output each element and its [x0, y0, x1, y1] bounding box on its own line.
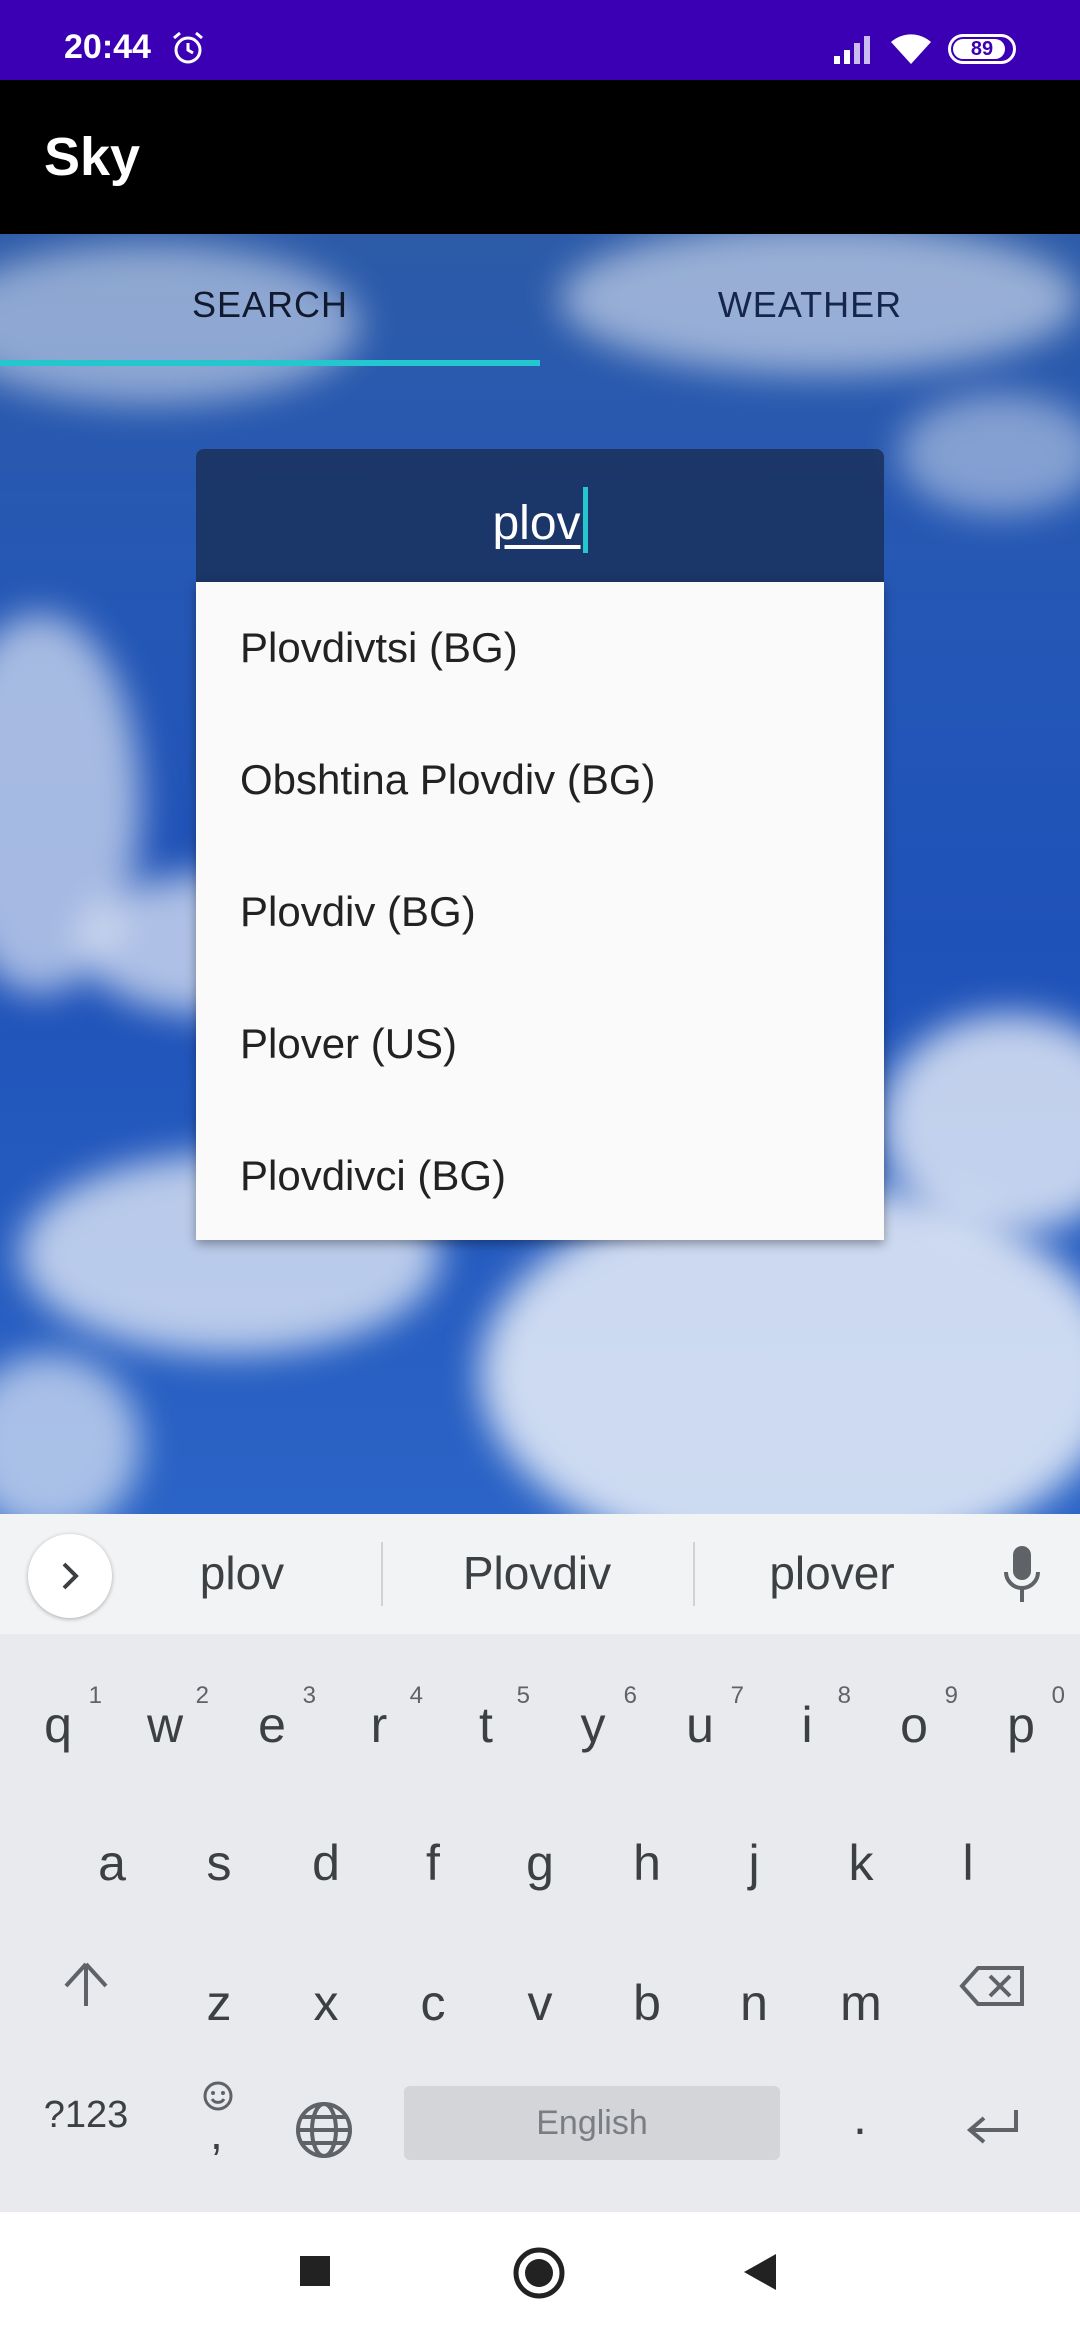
key-1[interactable]: w2 [115, 1682, 215, 1754]
period-key[interactable]: . [810, 2088, 910, 2146]
app-title: Sky [44, 127, 141, 187]
key-row2-0[interactable]: a [62, 1834, 162, 1892]
search-input[interactable]: plov [196, 487, 884, 553]
key-hint: 8 [837, 1682, 851, 1709]
key-row3-5[interactable]: n [704, 1974, 804, 2032]
key-hint: 5 [516, 1682, 530, 1709]
globe-icon[interactable] [294, 2100, 354, 2160]
keyboard-suggestion[interactable]: plover [692, 1546, 972, 1600]
home-icon[interactable] [512, 2246, 566, 2300]
tab-weather[interactable]: WEATHER [540, 284, 1080, 326]
dropdown-item[interactable]: Plovdivci (BG) [196, 1110, 884, 1242]
key-row2-5[interactable]: h [597, 1834, 697, 1892]
suggestions-dropdown: Plovdivtsi (BG) Obshtina Plovdiv (BG) Pl… [196, 582, 884, 1240]
key-9[interactable]: p0 [971, 1682, 1071, 1754]
key-row3-0[interactable]: z [169, 1974, 269, 2032]
suggestion-divider [381, 1542, 383, 1606]
recents-icon[interactable] [298, 2254, 332, 2288]
keyboard: plov Plovdiv plover q1w2e3r4t5y6u7i8o9p0… [0, 1514, 1080, 2212]
cloud [0, 1354, 140, 1514]
enter-icon[interactable] [964, 2108, 1020, 2148]
key-hint: 1 [88, 1682, 102, 1709]
emoji-comma-key[interactable]: , [196, 2080, 240, 2160]
mic-icon[interactable] [1002, 1544, 1042, 1604]
chevron-right-icon [62, 1562, 79, 1590]
search-field[interactable]: plov [196, 449, 884, 585]
backspace-icon[interactable] [958, 1964, 1028, 2008]
dropdown-item[interactable]: Plovdivtsi (BG) [196, 582, 884, 714]
key-hint: 7 [730, 1682, 744, 1709]
keyboard-suggestion[interactable]: Plovdiv [397, 1546, 677, 1600]
key-row2-7[interactable]: k [811, 1834, 911, 1892]
key-4[interactable]: t5 [436, 1682, 536, 1754]
key-row2-4[interactable]: g [490, 1834, 590, 1892]
back-icon[interactable] [742, 2252, 778, 2292]
alarm-icon [173, 31, 203, 64]
key-hint: 9 [944, 1682, 958, 1709]
key-row3-2[interactable]: c [383, 1974, 483, 2032]
keyboard-suggestion[interactable]: plov [102, 1546, 382, 1600]
key-2[interactable]: e3 [222, 1682, 322, 1754]
battery-indicator: 89 [948, 34, 1016, 64]
key-row3-6[interactable]: m [811, 1974, 911, 2032]
key-row3-1[interactable]: x [276, 1974, 376, 2032]
dropdown-item[interactable]: Plovdiv (BG) [196, 846, 884, 978]
battery-text: 89 [970, 38, 994, 60]
key-5[interactable]: y6 [543, 1682, 643, 1754]
key-hint: 6 [623, 1682, 637, 1709]
keyboard-suggestion-bar: plov Plovdiv plover [0, 1514, 1080, 1634]
dropdown-item[interactable]: Obshtina Plovdiv (BG) [196, 714, 884, 846]
key-row2-8[interactable]: l [918, 1834, 1018, 1892]
shift-icon[interactable] [60, 1958, 112, 2010]
app-bar: Sky [0, 80, 1080, 234]
key-row3-3[interactable]: v [490, 1974, 590, 2032]
signal-icon [834, 36, 870, 64]
key-3[interactable]: r4 [329, 1682, 429, 1754]
key-hint: 2 [195, 1682, 209, 1709]
status-time: 20:44 [64, 28, 151, 66]
key-row2-6[interactable]: j [704, 1834, 804, 1892]
status-bar: 20:44 89 [0, 0, 1080, 80]
comma-key-label: , [210, 2107, 223, 2159]
dropdown-item[interactable]: Plover (US) [196, 978, 884, 1110]
symbols-key[interactable]: ?123 [36, 2094, 136, 2137]
key-hint: 3 [302, 1682, 316, 1709]
space-key[interactable]: English [404, 2086, 780, 2160]
key-8[interactable]: o9 [864, 1682, 964, 1754]
key-0[interactable]: q1 [8, 1682, 108, 1754]
search-value: plov [492, 497, 581, 550]
key-row3-4[interactable]: b [597, 1974, 697, 2032]
key-7[interactable]: i8 [757, 1682, 857, 1754]
key-hint: 0 [1051, 1682, 1065, 1709]
key-row2-1[interactable]: s [169, 1834, 269, 1892]
text-caret [582, 487, 588, 553]
navigation-bar [0, 2212, 1080, 2340]
tab-search[interactable]: SEARCH [0, 284, 540, 326]
key-row2-3[interactable]: f [383, 1834, 483, 1892]
keyboard-expand-button[interactable] [28, 1534, 112, 1618]
cloud [900, 394, 1080, 514]
wifi-icon [891, 34, 931, 64]
key-row2-2[interactable]: d [276, 1834, 376, 1892]
key-hint: 4 [409, 1682, 423, 1709]
tab-indicator [0, 360, 540, 366]
key-6[interactable]: u7 [650, 1682, 750, 1754]
